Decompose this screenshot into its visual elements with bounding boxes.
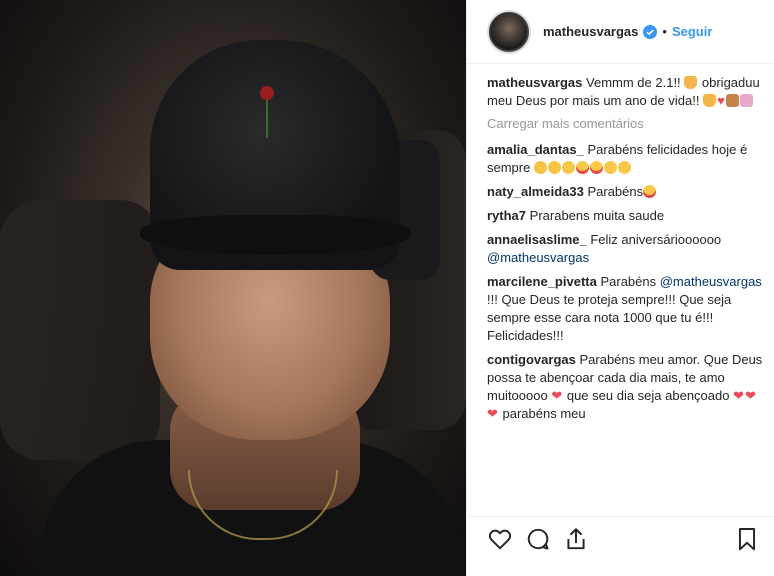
comment-text: Feliz aniversárioooooo	[590, 232, 722, 247]
cap-brim	[140, 215, 410, 255]
post-side-panel: matheusvargas • Seguir matheusvargas Vem…	[466, 0, 774, 576]
author-username[interactable]: matheusvargas	[543, 24, 638, 39]
comment-username[interactable]: annaelisaslime_	[487, 232, 587, 247]
comment-text-after: !!! Que Deus te proteja sempre!!! Que se…	[487, 292, 732, 343]
heart-eyes-emoji-icon	[589, 161, 603, 174]
car-seat-left	[0, 200, 160, 460]
caption-username[interactable]: matheusvargas	[487, 75, 582, 90]
rose-embroidery	[260, 86, 274, 100]
pray-emoji-icon	[684, 76, 698, 89]
pray-emoji-icon	[703, 94, 717, 107]
comment-text: Parabéns	[587, 184, 644, 199]
heart-eyes-emoji-icon	[575, 161, 589, 174]
rose-stem	[266, 98, 268, 138]
comment-username[interactable]: contigovargas	[487, 352, 576, 367]
caption: matheusvargas Vemmm de 2.1!! obrigaduu m…	[487, 74, 764, 110]
panel-bottom-gap	[467, 560, 774, 576]
post-photo[interactable]	[0, 0, 466, 576]
heart-emoji-icon: ❤	[733, 388, 744, 403]
load-more-comments-button[interactable]: Carregar mais comentários	[487, 116, 764, 131]
post-header: matheusvargas • Seguir	[467, 0, 774, 64]
author-avatar[interactable]	[487, 9, 531, 54]
separator-dot: •	[662, 24, 667, 39]
heart-arrow-emoji-icon	[739, 94, 753, 107]
heart-outline-icon[interactable]	[487, 526, 513, 552]
family-emoji-icon	[725, 94, 739, 107]
heart-emoji-icon: ❤	[745, 388, 756, 403]
verified-badge-icon	[643, 24, 658, 39]
comment-text: Prarabens muita saude	[529, 208, 665, 223]
comments-section: matheusvargas Vemmm de 2.1!! obrigaduu m…	[467, 64, 774, 516]
heart-emoji-icon: ❤	[487, 406, 498, 421]
comment-text-3: parabéns meu	[498, 406, 586, 421]
heart-emoji-icon: ♥	[717, 93, 725, 108]
kiss-emoji-icon	[561, 161, 575, 174]
clap-emoji-icon	[547, 161, 561, 174]
kiss-emoji-icon	[617, 161, 631, 174]
comment-item: annaelisaslime_ Feliz aniversárioooooo @…	[487, 231, 764, 267]
clap-emoji-icon	[533, 161, 547, 174]
share-upload-icon[interactable]	[563, 526, 589, 552]
comment-username[interactable]: rytha7	[487, 208, 526, 223]
comment-username[interactable]: marcilene_pivetta	[487, 274, 597, 289]
caption-text-1: Vemmm de 2.1!!	[586, 75, 685, 90]
post-actions-bar	[467, 516, 774, 560]
kiss-emoji-icon	[603, 161, 617, 174]
comment-mention[interactable]: @matheusvargas	[487, 250, 589, 265]
heart-eyes-emoji-icon	[643, 185, 657, 198]
comment-item: contigovargas Parabéns meu amor. Que Deu…	[487, 351, 764, 423]
comment-item: naty_almeida33 Parabéns	[487, 183, 764, 201]
follow-button[interactable]: Seguir	[672, 24, 712, 39]
comment-item: marcilene_pivetta Parabéns @matheusvarga…	[487, 273, 764, 345]
comment-username[interactable]: naty_almeida33	[487, 184, 584, 199]
bookmark-icon[interactable]	[734, 526, 760, 552]
instagram-post: matheusvargas • Seguir matheusvargas Vem…	[0, 0, 774, 576]
comment-bubble-icon[interactable]	[525, 526, 551, 552]
heart-emoji-icon: ❤	[551, 388, 563, 403]
comment-item: amalia_dantas_ Parabéns felicidades hoje…	[487, 141, 764, 177]
avatar-image	[491, 13, 527, 50]
comment-text-2: que seu dia seja abençoado	[563, 388, 734, 403]
comment-username[interactable]: amalia_dantas_	[487, 142, 584, 157]
comment-text: Parabéns	[600, 274, 660, 289]
comment-mention[interactable]: @matheusvargas	[660, 274, 762, 289]
comment-item: rytha7 Prarabens muita saude	[487, 207, 764, 225]
